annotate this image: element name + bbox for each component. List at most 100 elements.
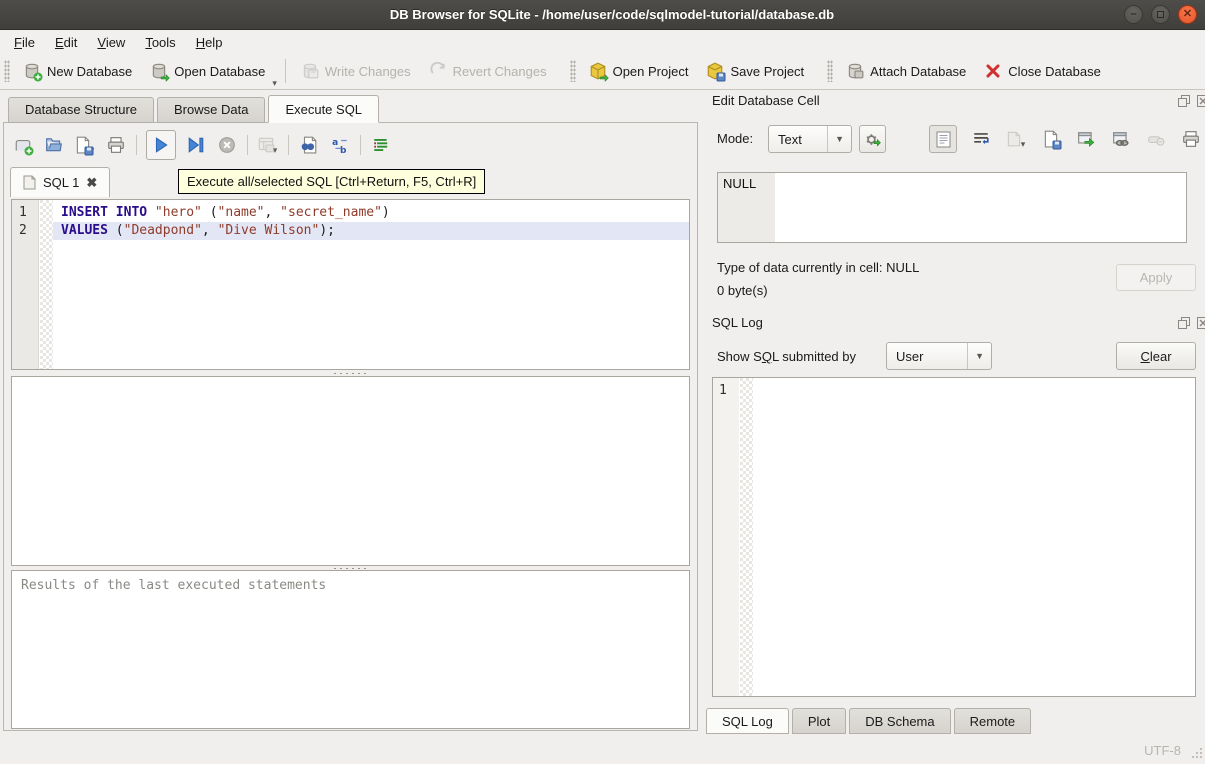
save-project-button[interactable]: Save Project xyxy=(697,57,813,85)
menu-file[interactable]: File xyxy=(4,33,45,52)
db-browser-window: DB Browser for SQLite - /home/user/code/… xyxy=(0,0,1205,764)
results-pane[interactable]: Results of the last executed statements xyxy=(11,570,690,729)
execute-tooltip: Execute all/selected SQL [Ctrl+Return, F… xyxy=(178,169,485,194)
replace-button[interactable]: ab xyxy=(329,134,351,156)
sql-toolbar-separator xyxy=(247,135,248,155)
printer-icon xyxy=(1182,130,1200,148)
new-database-icon xyxy=(23,62,41,80)
close-database-label: Close Database xyxy=(1008,64,1101,79)
float-panel-icon[interactable] xyxy=(1177,316,1191,330)
cell-value-editor[interactable]: NULL xyxy=(717,172,1187,243)
printer-icon xyxy=(107,136,125,154)
menu-tools[interactable]: Tools xyxy=(135,33,185,52)
dock-tab-remote[interactable]: Remote xyxy=(954,708,1032,734)
maximize-icon[interactable] xyxy=(1151,5,1170,24)
link-icon xyxy=(1112,130,1130,148)
tab-browse-data[interactable]: Browse Data xyxy=(157,97,265,123)
close-panel-icon[interactable] xyxy=(1196,316,1205,330)
print-sql-button[interactable] xyxy=(105,134,127,156)
edit-cell-dock-buttons xyxy=(1177,94,1205,108)
open-project-button[interactable]: Open Project xyxy=(580,57,698,85)
write-changes-button: Write Changes xyxy=(292,57,420,85)
code-line-2: VALUES ("Deadpond", "Dive Wilson"); xyxy=(53,222,689,240)
clear-log-button[interactable]: Clear xyxy=(1116,342,1196,370)
sql-toolbar-separator xyxy=(288,135,289,155)
cell-mode-select[interactable]: Text ▼ xyxy=(768,125,852,153)
write-changes-label: Write Changes xyxy=(325,64,411,79)
chevron-down-icon: ▼ xyxy=(827,126,851,152)
open-database-label: Open Database xyxy=(174,64,265,79)
sql-toolbar: ▾ xyxy=(12,128,392,162)
attach-database-icon xyxy=(846,62,864,80)
new-sql-tab-icon xyxy=(14,136,32,154)
gear-apply-icon xyxy=(864,131,881,148)
close-icon[interactable]: ✕ xyxy=(1178,5,1197,24)
tab-execute-sql[interactable]: Execute SQL xyxy=(268,95,379,123)
minimize-icon[interactable]: – xyxy=(1124,5,1143,24)
close-sql-tab-icon[interactable]: ✖ xyxy=(86,175,97,191)
save-sql-file-icon xyxy=(74,136,92,154)
sql-document-tab[interactable]: SQL 1 ✖ xyxy=(10,167,110,197)
text-mode-button[interactable] xyxy=(929,125,957,153)
line-number: 2 xyxy=(12,222,39,240)
sql-editor[interactable]: 1 2 INSERT INTO "hero" ("name", "secret_… xyxy=(11,199,690,370)
code-area[interactable]: INSERT INTO "hero" ("name", "secret_name… xyxy=(53,204,689,369)
menu-help[interactable]: Help xyxy=(186,33,233,52)
save-sql-file-button[interactable]: ▾ xyxy=(74,134,96,156)
open-sql-file-button[interactable] xyxy=(43,134,65,156)
new-sql-tab-button[interactable] xyxy=(12,134,34,156)
log-filter-select[interactable]: User ▼ xyxy=(886,342,992,370)
sql-document-icon xyxy=(23,175,36,190)
find-button[interactable] xyxy=(298,134,320,156)
attach-database-label: Attach Database xyxy=(870,64,966,79)
dock-tab-db-schema[interactable]: DB Schema xyxy=(849,708,950,734)
tab-database-structure[interactable]: Database Structure xyxy=(8,97,154,123)
print-cell-button[interactable] xyxy=(1180,128,1202,150)
sql-document-tab-bar: SQL 1 ✖ xyxy=(10,167,110,197)
menu-view[interactable]: View xyxy=(87,33,135,52)
menubar: File Edit View Tools Help xyxy=(0,31,1205,53)
open-database-button[interactable]: Open Database xyxy=(141,57,274,85)
new-database-button[interactable]: New Database xyxy=(14,57,141,85)
float-panel-icon[interactable] xyxy=(1177,94,1191,108)
format-sql-button[interactable] xyxy=(370,134,392,156)
chevron-down-icon: ▼ xyxy=(967,343,991,369)
log-filter-label: Show SQL submitted by xyxy=(717,349,856,364)
code-line-1: INSERT INTO "hero" ("name", "secret_name… xyxy=(53,204,689,222)
import-data-button: ▾ xyxy=(1005,128,1027,150)
execute-icon xyxy=(152,136,170,154)
export-data-button[interactable] xyxy=(1040,128,1062,150)
resize-grip-icon[interactable] xyxy=(1190,746,1203,762)
close-database-button[interactable]: Close Database xyxy=(975,57,1110,85)
menu-edit[interactable]: Edit xyxy=(45,33,87,52)
svg-text:a: a xyxy=(332,138,338,148)
dock-tab-bar: SQL Log Plot DB Schema Remote xyxy=(706,708,1034,734)
execute-sql-button[interactable] xyxy=(146,130,176,160)
attach-database-button[interactable]: Attach Database xyxy=(837,57,975,85)
main-tab-bar: Database Structure Browse Data Execute S… xyxy=(8,95,382,123)
copy-link-button[interactable] xyxy=(1110,128,1132,150)
dock-tab-plot[interactable]: Plot xyxy=(792,708,846,734)
save-results-button: ▾ xyxy=(257,134,279,156)
word-wrap-button[interactable] xyxy=(970,128,992,150)
toolbar-handle xyxy=(570,60,576,82)
open-external-button[interactable] xyxy=(1075,128,1097,150)
apply-button: Apply xyxy=(1116,264,1196,291)
toolbar-handle xyxy=(4,60,10,82)
save-project-icon xyxy=(706,62,724,80)
dock-tab-sql-log[interactable]: SQL Log xyxy=(706,708,789,734)
query-output-pane[interactable] xyxy=(11,376,690,566)
open-in-external-app-icon xyxy=(1077,130,1095,148)
execute-sql-page: ▾ xyxy=(3,122,698,731)
auto-apply-button[interactable] xyxy=(859,125,886,153)
close-panel-icon[interactable] xyxy=(1196,94,1205,108)
execute-current-line-button[interactable] xyxy=(185,134,207,156)
sql-log-title: SQL Log xyxy=(712,315,763,330)
open-database-dropdown-arrow[interactable]: ▾ xyxy=(272,78,277,89)
window-controls: – ✕ xyxy=(1124,5,1205,24)
word-wrap-icon xyxy=(972,130,990,148)
sql-log-area[interactable]: 1 xyxy=(712,377,1196,697)
close-database-icon xyxy=(984,62,1002,80)
encoding-indicator[interactable]: UTF-8 xyxy=(1144,743,1181,758)
cell-size-info: 0 byte(s) xyxy=(717,283,768,298)
